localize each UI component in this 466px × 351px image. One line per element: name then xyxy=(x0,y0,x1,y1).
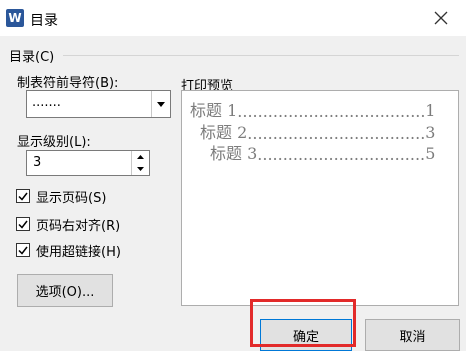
toc-entry-title: 标题 1 xyxy=(190,101,238,120)
leader-select[interactable]: ....... xyxy=(26,90,171,118)
triangle-up-icon xyxy=(137,155,144,159)
use-hyperlinks-option[interactable]: 使用超链接(H) xyxy=(16,240,121,260)
stepper-down-button[interactable] xyxy=(132,163,149,175)
highlight-annotation xyxy=(250,299,356,347)
levels-value: 3 xyxy=(33,155,42,170)
checkbox[interactable] xyxy=(16,217,30,231)
checkbox-label: 使用超链接(H) xyxy=(36,244,121,260)
dropdown-button[interactable] xyxy=(151,91,170,117)
wps-writer-icon: W xyxy=(6,9,24,27)
toc-entry-page: 1 xyxy=(425,101,436,120)
window-title: 目录 xyxy=(30,13,58,29)
group-title: 目录(C) xyxy=(9,50,55,65)
checkmark-icon xyxy=(18,192,28,201)
toc-entry-title: 标题 3 xyxy=(210,144,258,163)
show-page-numbers-option[interactable]: 显示页码(S) xyxy=(16,186,106,206)
title-bar: W 目录 xyxy=(0,0,466,36)
options-button[interactable]: 选项(O)... xyxy=(17,274,113,307)
toc-entry: 标题 3....................................… xyxy=(210,140,435,164)
checkmark-icon xyxy=(18,246,28,255)
checkbox-label: 显示页码(S) xyxy=(36,190,107,206)
checkmark-icon xyxy=(18,220,28,229)
close-button[interactable] xyxy=(426,4,456,32)
levels-stepper[interactable]: 3 xyxy=(26,150,150,176)
checkbox-label: 页码右对齐(R) xyxy=(36,218,121,234)
checkbox[interactable] xyxy=(16,243,30,257)
print-preview-pane: 标题 1....................................… xyxy=(181,90,459,306)
leader-value: ....... xyxy=(32,95,61,110)
toc-entry-page: 5 xyxy=(425,144,436,163)
chevron-down-icon xyxy=(157,101,165,107)
toc-leader-dots: ........................................… xyxy=(257,145,426,164)
checkbox[interactable] xyxy=(16,189,30,203)
close-icon xyxy=(434,11,448,25)
cancel-button[interactable]: 取消 xyxy=(365,319,460,351)
stepper-buttons xyxy=(131,151,149,175)
leader-label: 制表符前导符(B): xyxy=(17,76,119,91)
levels-label: 显示级别(L): xyxy=(17,135,91,150)
toc-entry: 标题 1....................................… xyxy=(190,97,435,121)
group-divider xyxy=(63,55,459,56)
triangle-down-icon xyxy=(137,167,144,171)
stepper-up-button[interactable] xyxy=(132,151,149,163)
right-align-page-numbers-option[interactable]: 页码右对齐(R) xyxy=(16,214,120,234)
